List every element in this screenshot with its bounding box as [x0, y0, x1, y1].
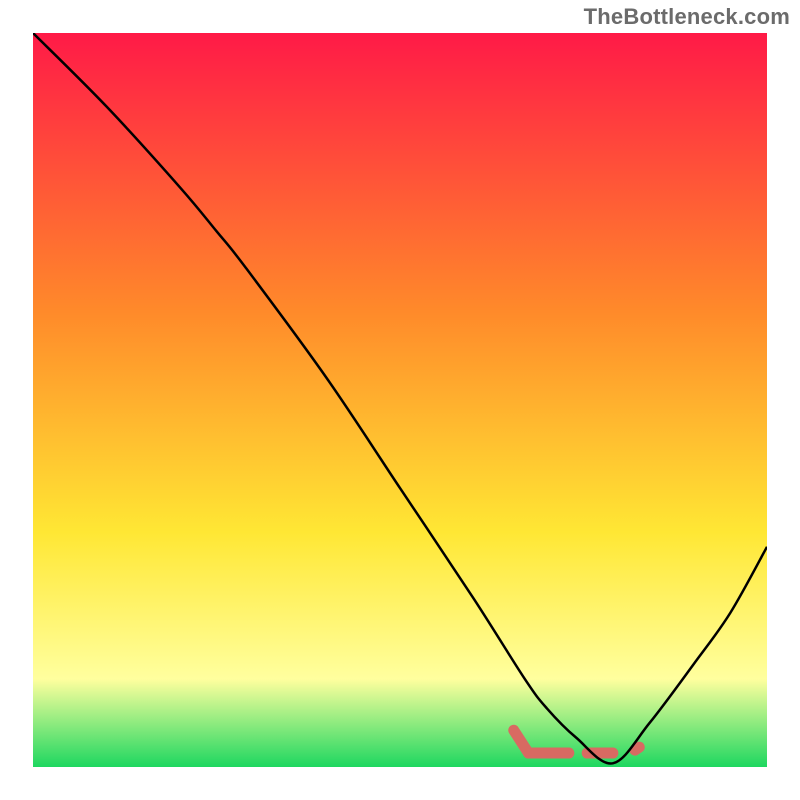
- chart-stage: TheBottleneck.com: [0, 0, 800, 800]
- watermark-text: TheBottleneck.com: [584, 4, 790, 30]
- marker-segment: [635, 747, 639, 750]
- chart-svg: [0, 0, 800, 800]
- gradient-background: [33, 33, 767, 767]
